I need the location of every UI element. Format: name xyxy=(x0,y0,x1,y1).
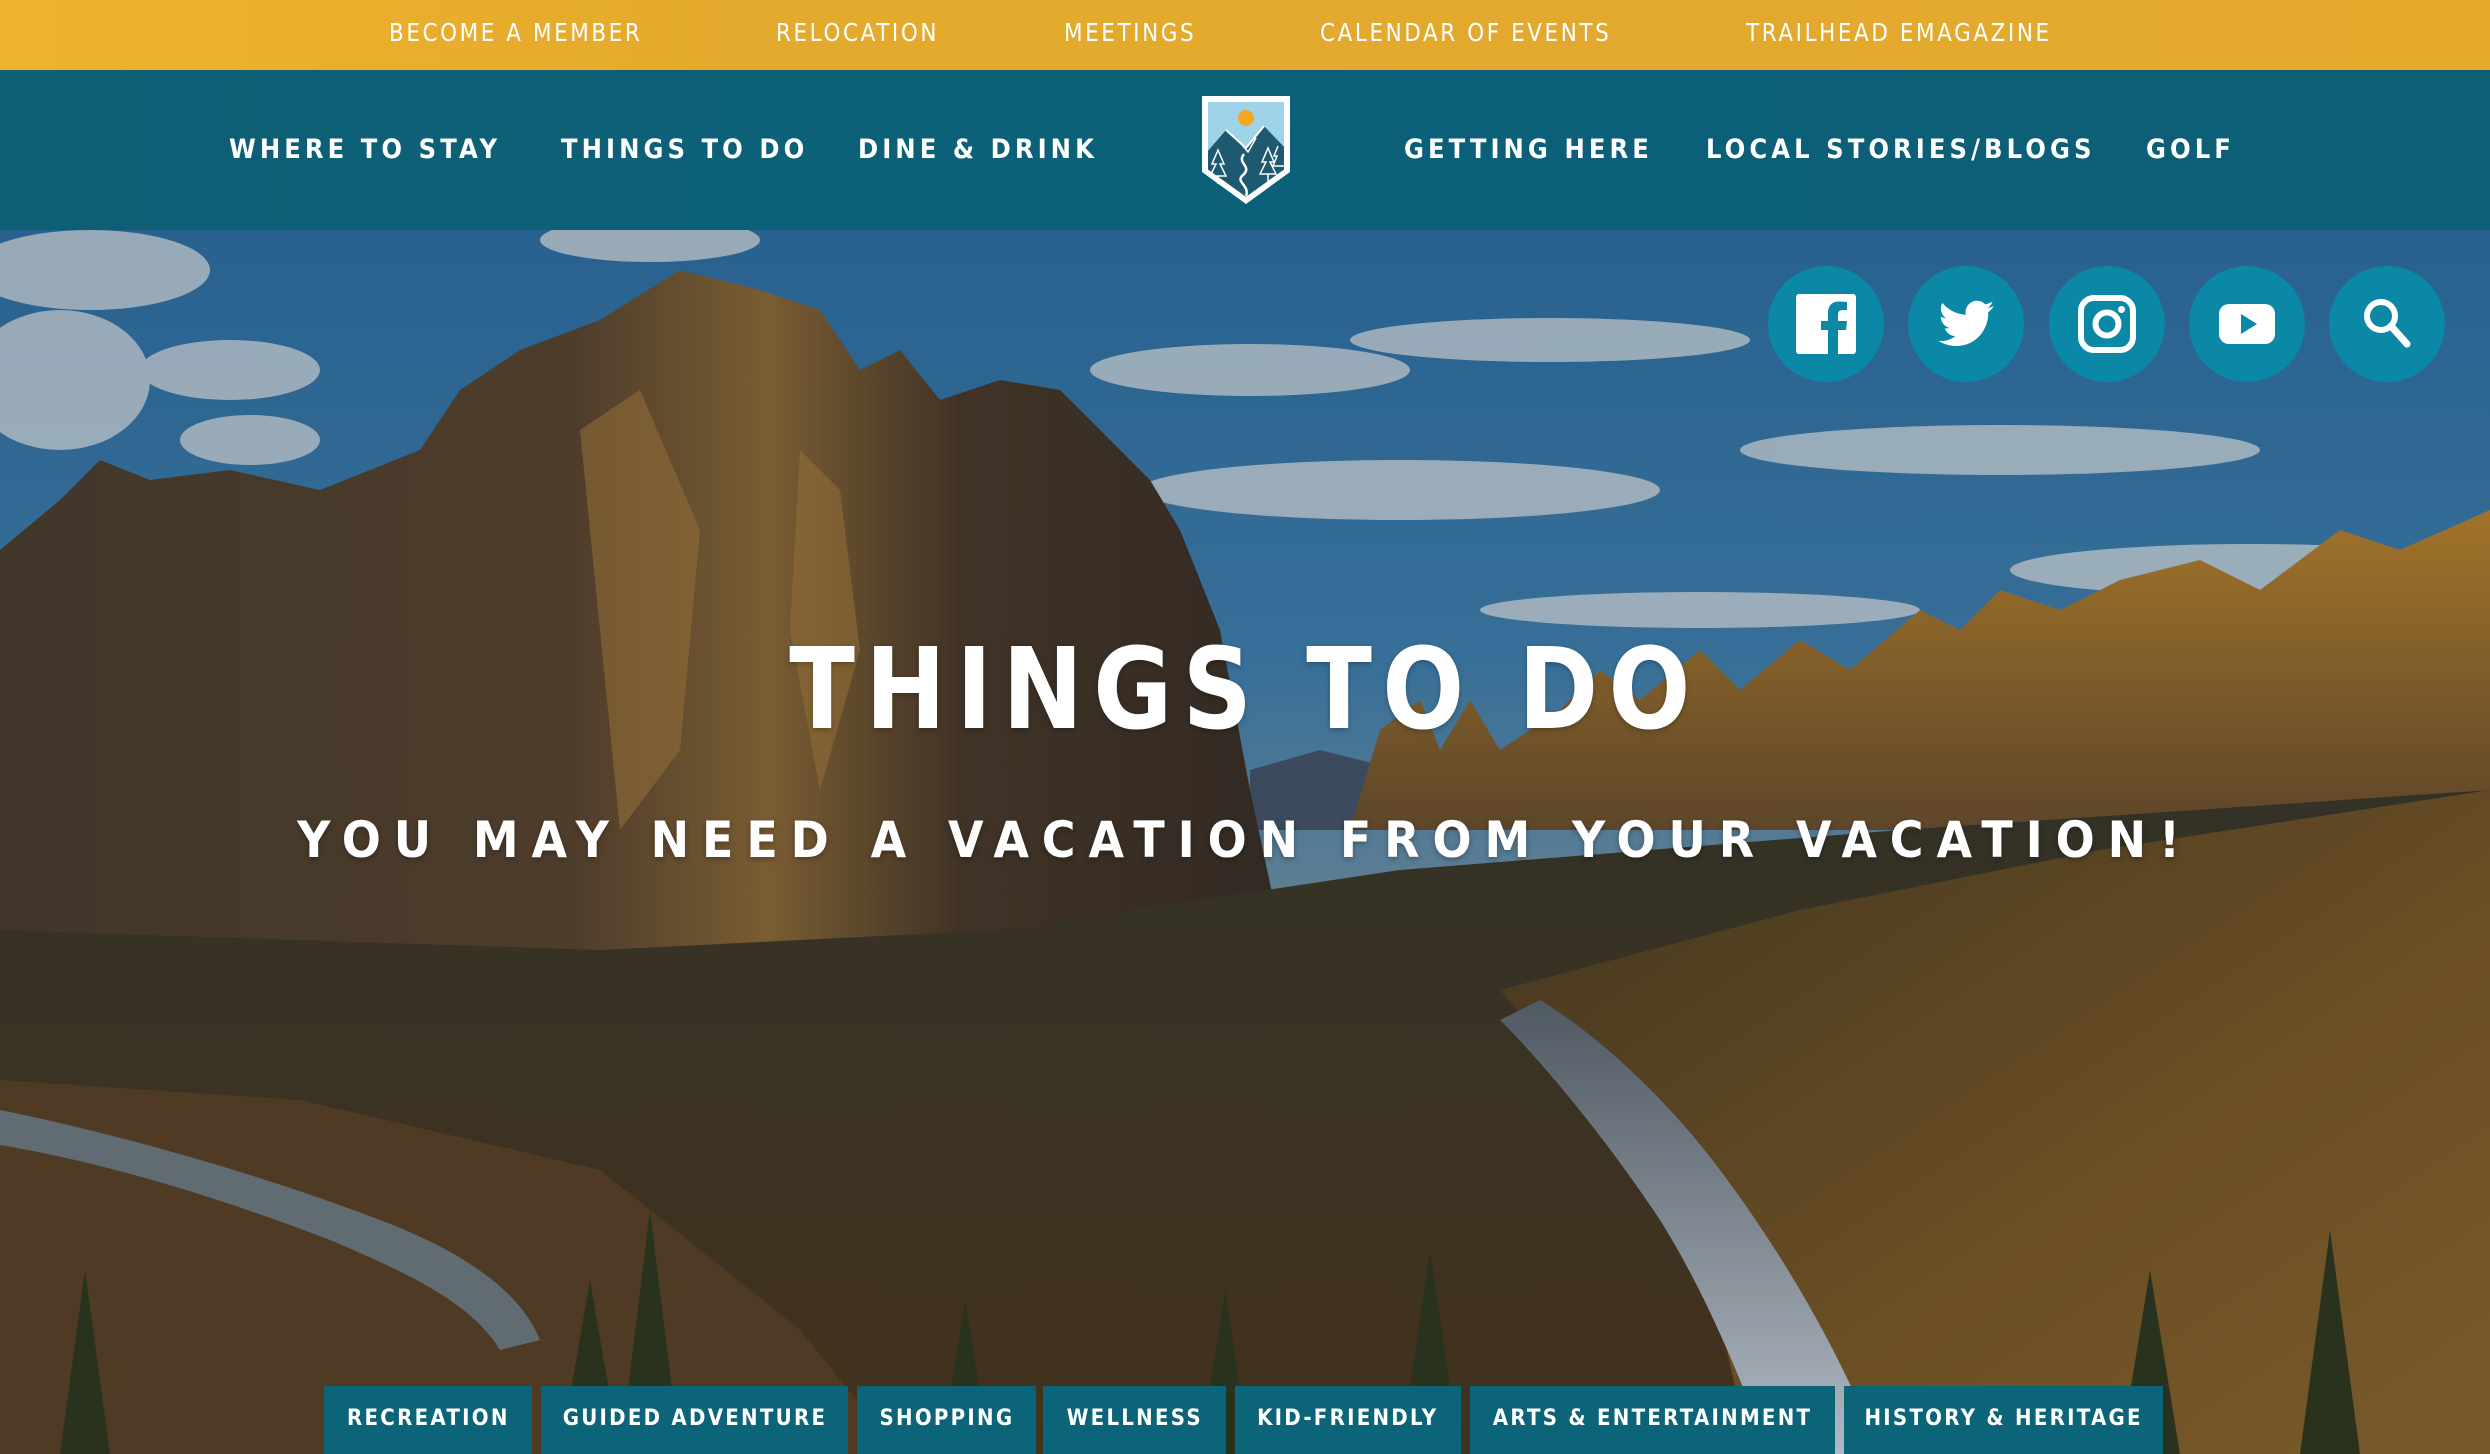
nav-things-to-do[interactable]: THINGS TO DO xyxy=(561,70,808,230)
tab-label: ARTS & ENTERTAINMENT xyxy=(1492,1405,1813,1431)
utility-nav-bar: BECOME A MEMBER RELOCATION MEETINGS CALE… xyxy=(0,0,2490,70)
facebook-icon xyxy=(1796,294,1856,354)
hero-banner: THINGS TO DO YOU MAY NEED A VACATION FRO… xyxy=(0,230,2490,1454)
tab-recreation[interactable]: RECREATION xyxy=(324,1386,532,1454)
instagram-icon xyxy=(2078,295,2136,353)
site-logo[interactable] xyxy=(1196,92,1296,208)
page-title: THINGS TO DO xyxy=(789,625,1701,755)
youtube-icon xyxy=(2219,304,2275,344)
tab-label: RECREATION xyxy=(346,1405,510,1431)
utility-link-meetings[interactable]: MEETINGS xyxy=(1064,0,1196,70)
nav-golf[interactable]: GOLF xyxy=(2146,70,2235,230)
nav-getting-here[interactable]: GETTING HERE xyxy=(1404,70,1653,230)
search-button[interactable] xyxy=(2329,266,2445,382)
tab-arts-and-entertainment[interactable]: ARTS & ENTERTAINMENT xyxy=(1470,1386,1835,1454)
utility-link-calendar-of-events[interactable]: CALENDAR OF EVENTS xyxy=(1320,0,1611,70)
nav-where-to-stay[interactable]: WHERE TO STAY xyxy=(229,70,501,230)
twitter-button[interactable] xyxy=(1908,266,2024,382)
youtube-button[interactable] xyxy=(2189,266,2305,382)
facebook-button[interactable] xyxy=(1768,266,1884,382)
tab-label: KID-FRIENDLY xyxy=(1257,1405,1439,1431)
instagram-button[interactable] xyxy=(2049,266,2165,382)
tab-label: WELLNESS xyxy=(1066,1405,1203,1431)
tab-wellness[interactable]: WELLNESS xyxy=(1043,1386,1226,1454)
tab-label: SHOPPING xyxy=(879,1405,1014,1431)
main-nav-bar: WHERE TO STAY THINGS TO DO DINE & DRINK … xyxy=(0,70,2490,230)
search-icon xyxy=(2364,299,2411,348)
page-subtitle: YOU MAY NEED A VACATION FROM YOUR VACATI… xyxy=(297,811,2193,869)
tab-shopping[interactable]: SHOPPING xyxy=(857,1386,1036,1454)
tab-label: HISTORY & HERITAGE xyxy=(1864,1405,2143,1431)
utility-link-relocation[interactable]: RELOCATION xyxy=(776,0,939,70)
nav-local-stories-blogs[interactable]: LOCAL STORIES/BLOGS xyxy=(1706,70,2096,230)
category-tabs: RECREATION GUIDED ADVENTURE SHOPPING WEL… xyxy=(0,1386,2490,1454)
utility-link-trailhead-emagazine[interactable]: TRAILHEAD EMAGAZINE xyxy=(1746,0,2052,70)
twitter-icon xyxy=(1938,300,1994,346)
tab-history-and-heritage[interactable]: HISTORY & HERITAGE xyxy=(1844,1386,2163,1454)
tab-kid-friendly[interactable]: KID-FRIENDLY xyxy=(1235,1386,1461,1454)
tab-guided-adventure[interactable]: GUIDED ADVENTURE xyxy=(541,1386,848,1454)
utility-link-become-a-member[interactable]: BECOME A MEMBER xyxy=(389,0,642,70)
tab-label: GUIDED ADVENTURE xyxy=(562,1405,827,1431)
nav-dine-and-drink[interactable]: DINE & DRINK xyxy=(858,70,1098,230)
mountain-shield-logo-icon xyxy=(1202,96,1290,204)
